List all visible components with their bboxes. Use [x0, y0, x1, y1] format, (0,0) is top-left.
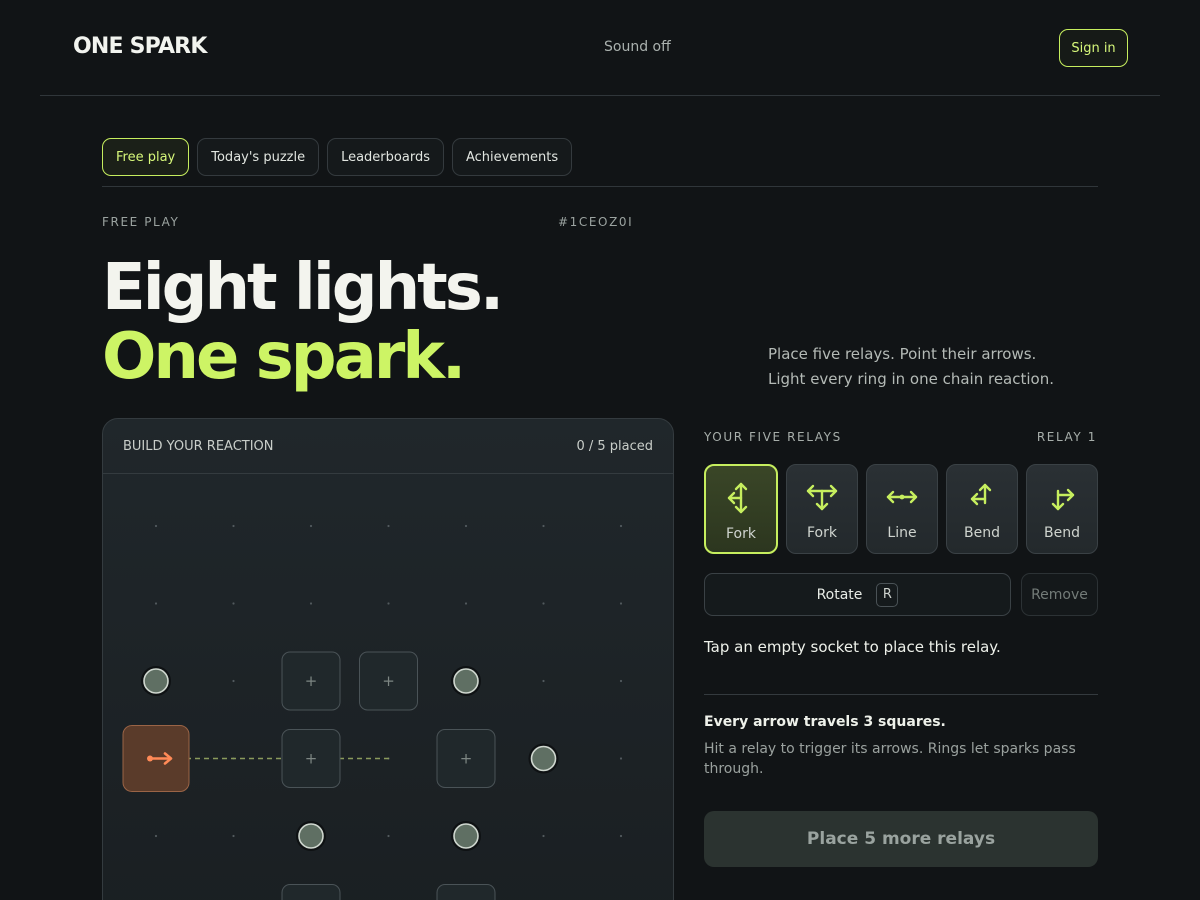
ring-light — [143, 668, 169, 694]
socket-plus-icon: + — [460, 750, 473, 768]
headline-line-2: One spark. — [102, 320, 466, 394]
tab-achievements[interactable]: Achievements — [451, 138, 573, 176]
relays-label: YOUR FIVE RELAYS — [704, 430, 842, 444]
grid-dot — [542, 834, 545, 838]
rotate-label: Rotate — [816, 586, 863, 603]
rule-body: Hit a relay to trigger its arrows. Rings… — [704, 741, 1076, 777]
grid-dot — [232, 602, 235, 605]
grid-dot — [232, 679, 235, 683]
ring-light — [453, 823, 479, 849]
tab-todays-puzzle[interactable]: Today's puzzle — [197, 138, 320, 176]
grid-dot — [232, 524, 235, 528]
headline-line-1: Eight lights. — [102, 251, 504, 325]
puzzle-code: #1CEOZ0I — [558, 215, 634, 229]
lead-line-2: Light every ring in one chain reaction. — [768, 370, 1054, 388]
remove-button[interactable]: Remove — [1021, 573, 1098, 616]
spark-dot — [147, 755, 153, 762]
grid-dot — [619, 757, 623, 760]
mode-tabs: Free play Today's puzzle Leaderboards Ac… — [102, 138, 573, 176]
top-bar: ONE SPARK Sound off Sign in — [40, 0, 1160, 96]
sign-in-button[interactable]: Sign in — [1059, 29, 1128, 67]
placement-hint: Tap an empty socket to place this relay. — [704, 638, 1001, 656]
board-grid: ++++++ — [122, 524, 623, 900]
panel-divider — [704, 694, 1098, 695]
grid-dot — [542, 602, 545, 605]
mode-eyebrow: FREE PLAY — [102, 215, 180, 229]
socket-plus-icon: + — [305, 750, 318, 768]
grid-dot — [387, 602, 390, 605]
grid-dot — [154, 524, 158, 528]
lead-line-1: Place five relays. Point their arrows. — [768, 345, 1037, 363]
grid-dot — [619, 602, 623, 605]
bend-up-left-icon — [970, 483, 992, 506]
game-board: BUILD YOUR REACTION 0 / 5 placed ++++++ — [102, 418, 674, 900]
ring-light — [453, 668, 479, 694]
ring-light — [298, 823, 324, 849]
grid-dot — [619, 524, 623, 528]
line-horizontal-icon — [886, 490, 918, 504]
relay-option-name: Line — [887, 525, 917, 541]
grid-dot — [387, 834, 390, 838]
fork-horizontal-icon — [806, 484, 838, 511]
grid-dot — [309, 524, 313, 528]
grid-dot — [309, 602, 313, 605]
place-relays-button[interactable]: Place 5 more relays — [704, 811, 1098, 867]
sound-toggle[interactable]: Sound off — [604, 39, 671, 55]
logo[interactable]: ONE SPARK — [73, 34, 207, 59]
empty-socket[interactable] — [281, 884, 341, 900]
rotate-shortcut-key: R — [876, 582, 899, 607]
socket-plus-icon: + — [382, 672, 395, 690]
grid-dot — [154, 602, 158, 605]
tabs-divider — [102, 186, 1098, 187]
grid-dot — [464, 524, 468, 528]
empty-socket[interactable] — [436, 884, 496, 900]
grid-dot — [542, 524, 545, 528]
grid-dot — [619, 679, 623, 683]
rotate-button[interactable]: Rotate R — [704, 573, 1011, 616]
grid-dot — [542, 679, 545, 683]
relay-option-name: Fork — [807, 525, 837, 541]
grid-dot — [232, 834, 235, 838]
relay-option-name: Bend — [964, 525, 1000, 541]
ring-light — [530, 745, 557, 772]
grid-dot — [619, 834, 623, 838]
tab-free-play[interactable]: Free play — [102, 138, 190, 176]
grid-dot — [387, 524, 390, 528]
socket-plus-icon: + — [305, 672, 318, 690]
relay-option-bend-down-right[interactable]: Bend — [1026, 464, 1098, 554]
relay-picker: Fork Fork Line Bend Bend — [704, 464, 1098, 554]
relay-option-name: Bend — [1044, 525, 1080, 541]
relay-option-fork-vertical[interactable]: Fork — [704, 464, 778, 554]
rule-title: Every arrow travels 3 squares. — [704, 714, 946, 730]
tab-leaderboards[interactable]: Leaderboards — [327, 138, 444, 176]
bend-down-right-icon — [1051, 488, 1075, 511]
grid-dot — [154, 834, 158, 838]
relay-option-name: Fork — [726, 526, 756, 542]
relay-option-line[interactable]: Line — [866, 464, 938, 554]
current-relay-label: RELAY 1 — [1036, 430, 1097, 444]
grid-dot — [464, 602, 468, 605]
intro-lead: Place five relays. Point their arrows. L… — [768, 342, 1098, 392]
relay-option-fork-horizontal[interactable]: Fork — [786, 464, 858, 554]
relay-option-bend-up-left[interactable]: Bend — [946, 464, 1018, 554]
fork-vertical-icon — [727, 482, 748, 514]
